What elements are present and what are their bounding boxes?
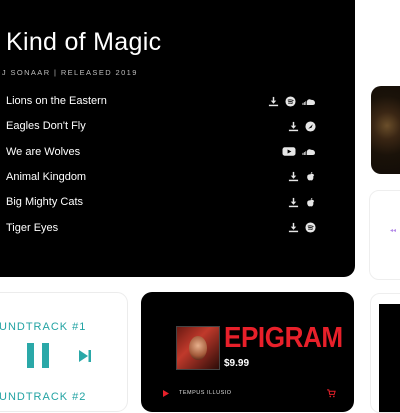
track-row[interactable]: Big Mighty Cats (6, 194, 316, 210)
cart-icon[interactable] (327, 389, 336, 398)
track-title[interactable]: Tiger Eyes (6, 222, 58, 234)
track-title[interactable]: Eagles Don't Fly (6, 120, 86, 132)
album-title: Kind of Magic (6, 28, 162, 56)
download-icon[interactable] (288, 222, 299, 233)
apple-icon[interactable] (305, 197, 316, 208)
track-row[interactable]: We are Wolves (6, 144, 316, 160)
deezer-icon[interactable] (305, 121, 316, 132)
soundcloud-icon[interactable] (302, 96, 316, 107)
side-photo-card[interactable] (371, 86, 400, 174)
album-tracklist-card: Kind of Magic DJ SONAAR | RELEASED 2019 … (0, 0, 355, 277)
download-icon[interactable] (288, 197, 299, 208)
play-icon[interactable] (163, 390, 169, 397)
download-icon[interactable] (268, 96, 279, 107)
side-light-card[interactable]: ◂◂ (369, 190, 400, 280)
epigram-title: EPIGRAM (224, 322, 343, 354)
pause-icon-bar (42, 343, 49, 368)
track-title[interactable]: Animal Kingdom (6, 171, 86, 183)
track-icons (288, 197, 316, 208)
track-title[interactable]: Big Mighty Cats (6, 196, 83, 208)
epigram-track-name: TEMPUS ILLUSIO (179, 390, 232, 396)
download-icon[interactable] (288, 171, 299, 182)
epigram-track-bar: TEMPUS ILLUSIO (163, 389, 343, 399)
track-title[interactable]: We are Wolves (6, 146, 80, 158)
soundtrack-label-2: UNDTRACK #2 (0, 391, 87, 403)
dots-icon: ◂◂ (390, 228, 397, 234)
album-meta: DJ SONAAR | RELEASED 2019 (0, 68, 138, 77)
track-title[interactable]: Lions on the Eastern (6, 95, 107, 107)
epigram-product-card: EPIGRAM $9.99 TEMPUS ILLUSIO (141, 292, 354, 412)
track-row[interactable]: Lions on the Eastern (6, 93, 316, 109)
album-cover-image[interactable] (176, 326, 220, 370)
skip-next-icon (79, 350, 91, 362)
apple-icon[interactable] (305, 171, 316, 182)
track-icons (288, 171, 316, 182)
pause-icon (27, 343, 34, 368)
track-row[interactable]: Eagles Don't Fly (6, 118, 316, 134)
side-bottom-card[interactable] (370, 293, 400, 413)
cover-portrait (189, 336, 207, 360)
side-bottom-dark-panel (379, 304, 400, 412)
spotify-icon[interactable] (285, 95, 296, 107)
track-icons (268, 95, 316, 107)
pause-button[interactable] (27, 343, 49, 368)
track-row[interactable]: Animal Kingdom (6, 169, 316, 185)
track-icons (288, 222, 316, 233)
track-icons (282, 146, 316, 157)
soundtrack-label-1: UNDTRACK #1 (0, 321, 87, 333)
epigram-price: $9.99 (224, 358, 250, 369)
track-row[interactable]: Tiger Eyes (6, 220, 316, 236)
download-icon[interactable] (288, 121, 299, 132)
soundcloud-icon[interactable] (302, 146, 316, 157)
youtube-icon[interactable] (282, 146, 296, 157)
track-icons (288, 121, 316, 132)
spotify-icon[interactable] (305, 222, 316, 233)
soundtrack-player-card: UNDTRACK #1 UNDTRACK #2 (0, 292, 128, 412)
next-track-button[interactable] (78, 349, 92, 363)
